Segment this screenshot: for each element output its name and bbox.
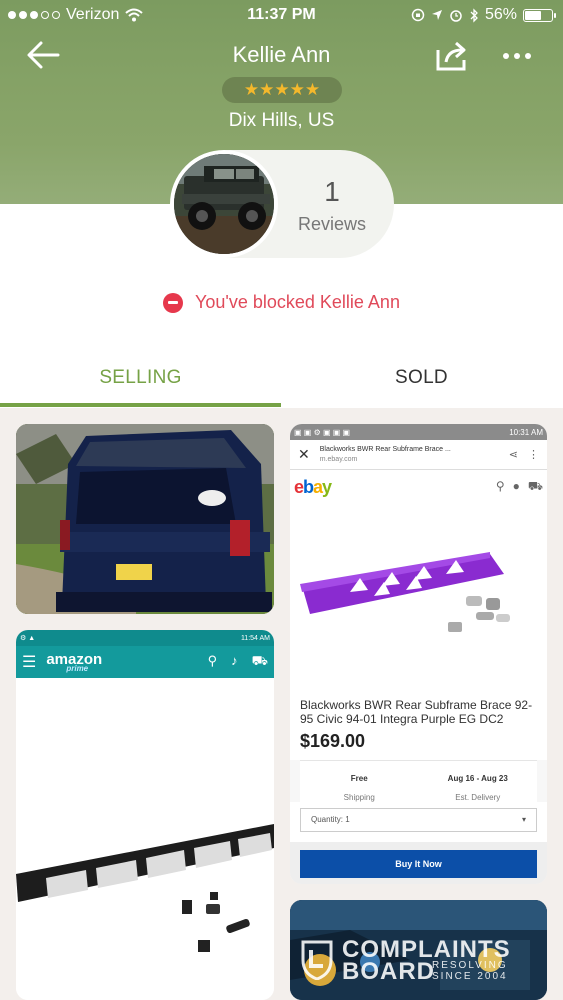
more-options-icon[interactable]	[503, 48, 535, 64]
review-label: Reviews	[297, 214, 367, 234]
quantity-label: Quantity:	[311, 815, 344, 825]
ebay-site: m.ebay.com	[319, 455, 358, 463]
rotation-lock-icon	[411, 8, 425, 22]
watermark-line2: BOARD	[342, 958, 435, 985]
ebay-logo: ebay	[294, 476, 332, 497]
profile-location: Dix Hills, US	[228, 110, 335, 131]
profile-screen: { "status_bar": { "carrier": "Verizon", …	[0, 0, 563, 1000]
battery-icon	[523, 8, 556, 22]
amazon-status-bar: ⚙ ▲ 11:54 AM	[16, 630, 274, 646]
ebay-shipping-info: Free Shipping Aug 16 - Aug 23 Est. Deliver…	[300, 759, 537, 802]
share-icon[interactable]	[434, 40, 468, 72]
quantity-value: 1	[345, 815, 350, 825]
user-icon: ●	[512, 479, 520, 493]
complaints-board-watermark: COMPLAINTS BOARD RESOLVING SINCE 2004	[300, 936, 540, 986]
search-icon: ⚲	[207, 653, 218, 668]
watermark-tagline: RESOLVING SINCE 2004	[432, 960, 508, 982]
ebay-status-time: 10:31 AM	[509, 427, 543, 437]
tab-sold-label: SOLD	[395, 367, 448, 388]
ebay-quantity-select: Quantity: 1 ▾	[300, 807, 537, 832]
alarm-icon	[450, 10, 462, 22]
ebay-item-title: Blackworks BWR Rear Subframe Brace 92-95…	[290, 690, 547, 727]
bluetooth-icon	[470, 7, 478, 23]
avatar-jeep-image	[174, 154, 274, 254]
watermark-line4: SINCE 2004	[432, 971, 508, 982]
profile-name: Kellie Ann	[232, 42, 331, 67]
listing-card-suv[interactable]	[16, 424, 274, 614]
close-icon: ✕	[298, 446, 310, 462]
ebay-header-text: Blackworks BWR Rear Subframe Brace ...	[319, 446, 451, 454]
location-arrow-icon	[431, 10, 442, 20]
shipping-label: Shipping	[343, 792, 375, 802]
tab-sold[interactable]: SOLD	[281, 348, 562, 408]
status-bar: Verizon 11:37 PM 56%	[0, 0, 563, 30]
amazon-status-time: 11:54 AM	[240, 634, 270, 642]
cart-icon: ⛟	[251, 653, 268, 668]
hamburger-menu-icon: ☰	[22, 654, 37, 671]
chevron-down-icon: ▾	[521, 815, 526, 825]
amazon-logo: amazon prime	[46, 652, 102, 673]
blocked-icon	[163, 292, 184, 313]
ebay-product-image	[290, 504, 547, 690]
tab-selling-label: SELLING	[99, 367, 182, 388]
tab-selected-indicator	[0, 403, 281, 407]
tab-selling[interactable]: SELLING	[0, 348, 281, 408]
blocked-message: You've blocked Kellie Ann	[195, 292, 400, 312]
share-small-icon: ⋖	[508, 449, 518, 461]
shield-icon	[301, 940, 333, 980]
mirror-product-image	[16, 678, 274, 1000]
listing-photo-suv	[16, 424, 274, 614]
watermark-line3: RESOLVING	[432, 960, 508, 971]
ebay-item-price: $169.00	[290, 726, 547, 760]
listing-tabs: SELLING SOLD	[0, 348, 563, 408]
battery-percent: 56%	[484, 6, 517, 23]
blocked-notice: You've blocked Kellie Ann	[0, 292, 563, 313]
cart-icon: ⛟	[527, 479, 543, 493]
ebay-status-bar: ▣ ▣ ⚙ ▣ ▣ ▣ 10:31 AM	[290, 424, 547, 440]
search-icon: ⚲	[495, 479, 505, 493]
avatar[interactable]	[170, 150, 278, 258]
ebay-url-bar: ✕ Blackworks BWR Rear Subframe Brace ...…	[290, 440, 547, 470]
menu-dots-icon: ⋮	[528, 449, 539, 461]
microphone-icon: ♪	[231, 653, 238, 668]
amazon-top-bar: ☰ amazon prime ⚲ ♪ ⛟	[16, 646, 274, 678]
listing-card-ebay-screenshot[interactable]: ▣ ▣ ⚙ ▣ ▣ ▣ 10:31 AM ✕ Blackworks BWR Rea…	[290, 424, 547, 884]
ebay-buy-it-now: Buy It Now	[300, 849, 537, 878]
delivery-value: Aug 16 - Aug 23	[447, 773, 508, 783]
rating-stars: ★★★★★	[222, 77, 342, 103]
ebay-logo-bar: ebay ⚲ ● ⛟	[290, 470, 547, 504]
listing-card-amazon-screenshot[interactable]: ⚙ ▲ 11:54 AM ☰ amazon prime ⚲ ♪ ⛟	[16, 630, 274, 1000]
shipping-value: Free	[350, 773, 368, 783]
delivery-label: Est. Delivery	[455, 792, 501, 802]
review-count: 1	[324, 176, 340, 207]
